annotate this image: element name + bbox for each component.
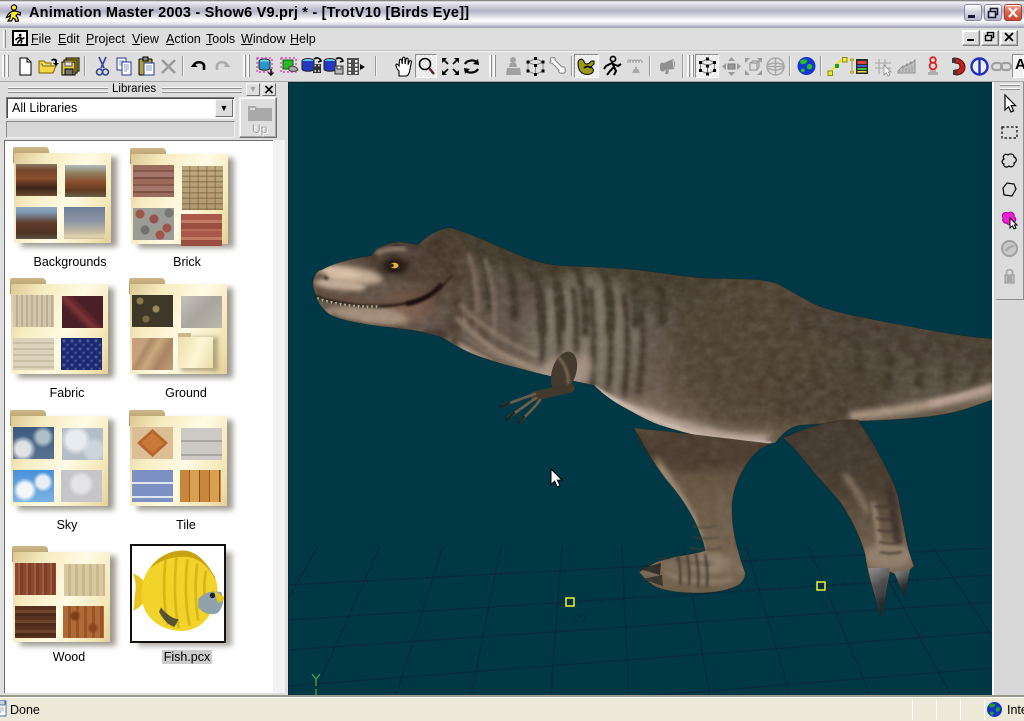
svg-text:20: 20	[574, 613, 586, 625]
svg-text:0: 0	[821, 600, 827, 612]
